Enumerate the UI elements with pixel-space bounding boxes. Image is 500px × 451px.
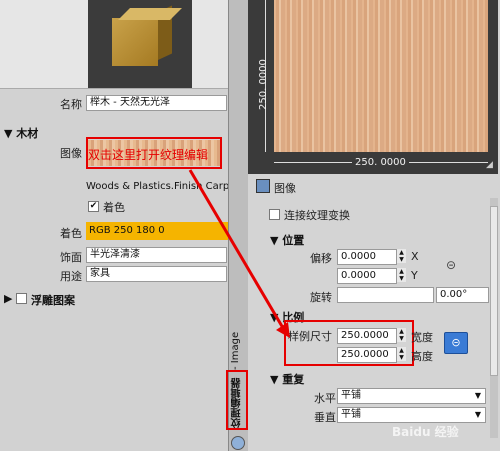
arrow-line [188, 169, 285, 329]
annotation-arrow [188, 169, 290, 338]
arrow-head [276, 322, 290, 338]
watermark: Baidu 经验 [392, 425, 459, 439]
